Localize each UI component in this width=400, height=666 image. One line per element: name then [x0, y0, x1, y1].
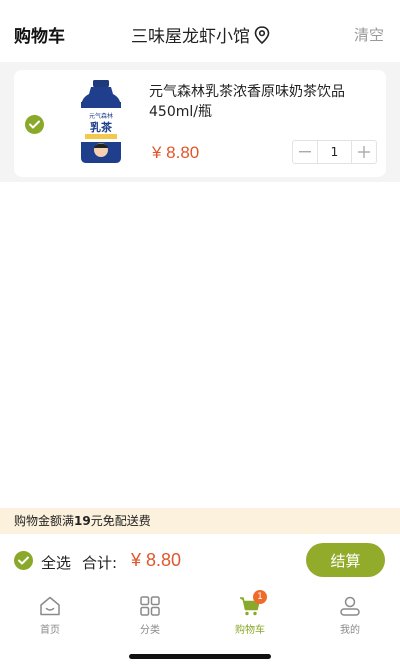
tab-profile-label: 我的 — [340, 625, 360, 636]
tab-home-label: 首页 — [40, 625, 60, 636]
tab-category-label: 分类 — [140, 625, 160, 636]
cart-count-badge: 1 — [253, 590, 267, 604]
page-title: 购物车 — [14, 27, 65, 47]
user-icon — [338, 594, 362, 618]
item-checkbox[interactable] — [25, 115, 44, 134]
promo-prefix: 购物金额满 — [14, 514, 75, 528]
store-selector[interactable]: 三味屋龙虾小馆 — [131, 22, 270, 47]
check-icon — [29, 120, 40, 129]
tab-cart[interactable]: 1 购物车 — [210, 590, 290, 636]
total-amount: ¥ 8.80 — [131, 550, 182, 570]
home-icon — [38, 594, 62, 618]
select-all-label[interactable]: 全选 — [41, 552, 71, 573]
check-icon — [18, 556, 29, 565]
location-pin-icon — [254, 25, 270, 44]
increase-button[interactable] — [352, 141, 376, 163]
minus-icon — [299, 151, 311, 153]
tab-cart-label: 购物车 — [235, 625, 265, 636]
tab-category[interactable]: 分类 — [110, 594, 190, 636]
product-image[interactable]: 元气森林 乳茶 — [77, 80, 125, 164]
free-delivery-banner: 购物金额满19元免配送费 — [0, 508, 400, 534]
store-name: 三味屋龙虾小馆 — [131, 27, 250, 47]
checkout-button[interactable]: 结算 — [306, 543, 385, 577]
checkout-bar: 全选 合计: ¥ 8.80 结算 — [0, 534, 400, 586]
quantity-stepper: 1 — [292, 140, 377, 164]
select-all-checkbox[interactable] — [14, 551, 33, 570]
product-image-title-text: 乳茶 — [90, 120, 113, 134]
home-indicator — [129, 654, 271, 659]
total-label: 合计: — [82, 554, 118, 572]
tab-profile[interactable]: 我的 — [310, 594, 390, 636]
plus-icon — [358, 146, 370, 158]
promo-amount: 19 — [74, 514, 91, 528]
cart-icon: 1 — [238, 590, 267, 618]
clear-cart-button[interactable]: 清空 — [354, 24, 384, 45]
quantity-value[interactable]: 1 — [317, 141, 352, 163]
decrease-button[interactable] — [293, 141, 317, 163]
header-bar: 购物车 三味屋龙虾小馆 清空 — [0, 0, 400, 62]
grid-icon — [138, 594, 162, 618]
promo-suffix: 元免配送费 — [90, 514, 151, 528]
product-image-brand-text: 元气森林 — [89, 112, 113, 120]
cart-item: 元气森林 乳茶 元气森林乳茶浓香原味奶茶饮品450ml/瓶 ¥ 8.80 1 — [14, 70, 386, 177]
tab-home[interactable]: 首页 — [10, 594, 90, 636]
product-name[interactable]: 元气森林乳茶浓香原味奶茶饮品450ml/瓶 — [149, 82, 377, 122]
item-price: ¥ 8.80 — [152, 143, 200, 162]
